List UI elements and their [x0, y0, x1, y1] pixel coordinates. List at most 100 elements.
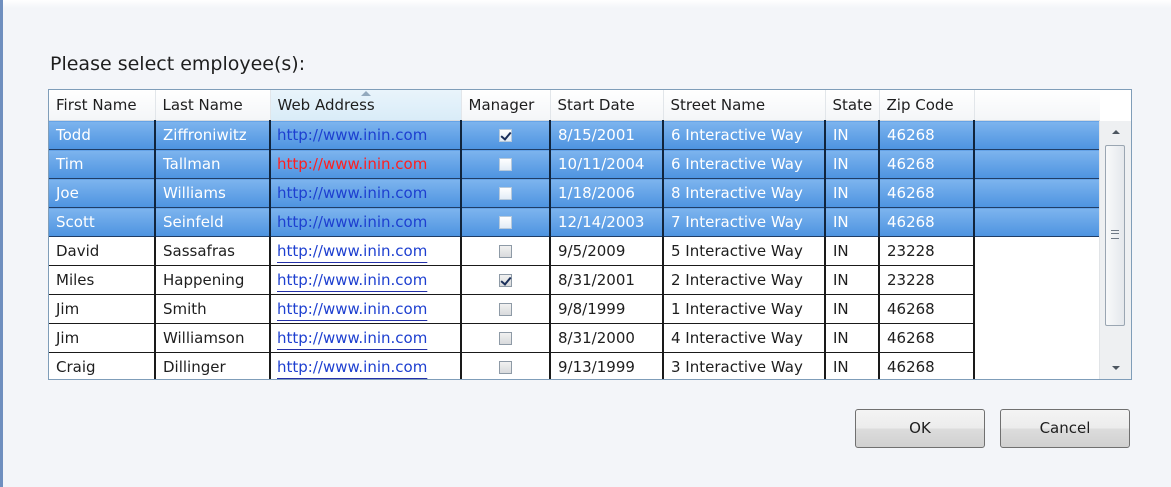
cell-street-name: 1 Interactive Way	[663, 294, 826, 324]
ok-button[interactable]: OK	[855, 409, 985, 448]
column-header-first-name[interactable]: First Name	[49, 90, 156, 121]
column-header-web-address-label: Web Address	[277, 96, 375, 114]
checkbox-icon[interactable]	[499, 245, 512, 258]
web-address-link[interactable]: http://www.inin.com	[277, 329, 427, 347]
checkbox-icon[interactable]	[499, 187, 512, 200]
cell-start-date: 8/31/2000	[550, 323, 664, 353]
sort-ascending-icon	[360, 91, 371, 96]
column-header-web-address[interactable]: Web Address	[270, 90, 462, 121]
cell-start-date: 8/31/2001	[550, 265, 664, 295]
cell-last-name: Williams	[155, 178, 271, 208]
cell-manager	[461, 149, 551, 179]
cell-manager	[461, 236, 551, 266]
cell-street-name: 6 Interactive Way	[663, 120, 826, 150]
cell-state: IN	[825, 149, 880, 179]
web-address-link[interactable]: http://www.inin.com	[277, 213, 427, 231]
cell-state: IN	[825, 323, 880, 353]
cell-street-name: 2 Interactive Way	[663, 265, 826, 295]
cell-filler	[974, 178, 1101, 208]
cancel-button[interactable]: Cancel	[1000, 409, 1130, 448]
table-row[interactable]: Scott Seinfeld http://www.inin.com 12/14/20…	[49, 207, 1101, 237]
vertical-scrollbar[interactable]	[1099, 121, 1131, 379]
cell-zip-code: 46268	[879, 207, 975, 237]
table-row[interactable]: David Sassafras http://www.inin.com 9/5/200…	[49, 236, 1101, 266]
table-row[interactable]: Todd Ziffroniwitz http://www.inin.com 8/15/…	[49, 120, 1101, 150]
checkbox-icon[interactable]	[499, 129, 512, 142]
cell-last-name: Smith	[155, 294, 271, 324]
cell-street-name: 5 Interactive Way	[663, 236, 826, 266]
cell-zip-code: 46268	[879, 120, 975, 150]
cell-filler	[974, 149, 1101, 179]
cell-start-date: 9/5/2009	[550, 236, 664, 266]
chevron-down-icon[interactable]	[1100, 357, 1131, 379]
checkbox-icon[interactable]	[499, 274, 512, 287]
cell-first-name: Todd	[49, 120, 156, 150]
cell-filler	[974, 265, 1101, 295]
column-header-start-date[interactable]: Start Date	[550, 90, 664, 121]
cell-last-name: Williamson	[155, 323, 271, 353]
cell-last-name: Ziffroniwitz	[155, 120, 271, 150]
table-row[interactable]: Tim Tallman http://www.inin.com 10/11/2004 6…	[49, 149, 1101, 179]
checkbox-icon[interactable]	[499, 158, 512, 171]
cell-state: IN	[825, 265, 880, 295]
cell-state: IN	[825, 236, 880, 266]
grid-header-row: First Name Last Name Web Address Manager…	[49, 90, 1102, 121]
column-header-state[interactable]: State	[825, 90, 880, 121]
cell-manager	[461, 352, 551, 379]
cell-web-address: http://www.inin.com	[270, 352, 462, 379]
cell-web-address: http://www.inin.com	[270, 149, 462, 179]
table-row[interactable]: Craig Dillinger http://www.inin.com 9/13/19…	[49, 352, 1101, 379]
cell-web-address: http://www.inin.com	[270, 294, 462, 324]
chevron-up-icon[interactable]	[1100, 121, 1131, 143]
grip-icon	[1111, 230, 1119, 239]
cell-zip-code: 23228	[879, 236, 975, 266]
checkbox-icon[interactable]	[499, 303, 512, 316]
column-header-last-name[interactable]: Last Name	[155, 90, 271, 121]
cell-filler	[974, 120, 1101, 150]
employee-grid[interactable]: First Name Last Name Web Address Manager…	[48, 89, 1132, 380]
web-address-link[interactable]: http://www.inin.com	[277, 242, 427, 260]
cell-manager	[461, 178, 551, 208]
table-row[interactable]: Joe Williams http://www.inin.com 1/18/2006 8…	[49, 178, 1101, 208]
web-address-link[interactable]: http://www.inin.com	[277, 184, 427, 202]
table-row[interactable]: Jim Smith http://www.inin.com 9/8/1999 1 Int…	[49, 294, 1101, 324]
cell-first-name: Scott	[49, 207, 156, 237]
checkbox-icon[interactable]	[499, 216, 512, 229]
cell-zip-code: 46268	[879, 323, 975, 353]
checkbox-icon[interactable]	[499, 332, 512, 345]
cell-first-name: Miles	[49, 265, 156, 295]
cell-web-address: http://www.inin.com	[270, 207, 462, 237]
web-address-link[interactable]: http://www.inin.com	[277, 358, 427, 376]
cell-state: IN	[825, 178, 880, 208]
cell-start-date: 1/18/2006	[550, 178, 664, 208]
cell-first-name: David	[49, 236, 156, 266]
column-header-zip-code[interactable]: Zip Code	[879, 90, 975, 121]
cell-manager	[461, 294, 551, 324]
table-row[interactable]: Jim Williamson http://www.inin.com 8/31/200…	[49, 323, 1101, 353]
cell-street-name: 7 Interactive Way	[663, 207, 826, 237]
cell-last-name: Dillinger	[155, 352, 271, 379]
grid-body: Todd Ziffroniwitz http://www.inin.com 8/15/…	[49, 120, 1101, 379]
cell-manager	[461, 265, 551, 295]
title-bar-edge	[3, 0, 1171, 8]
cell-web-address: http://www.inin.com	[270, 120, 462, 150]
cell-zip-code: 46268	[879, 294, 975, 324]
column-header-street-name[interactable]: Street Name	[663, 90, 826, 121]
web-address-link[interactable]: http://www.inin.com	[277, 155, 427, 173]
web-address-link[interactable]: http://www.inin.com	[277, 300, 427, 318]
web-address-link[interactable]: http://www.inin.com	[277, 126, 427, 144]
cell-street-name: 3 Interactive Way	[663, 352, 826, 379]
cell-zip-code: 46268	[879, 352, 975, 379]
cell-street-name: 8 Interactive Way	[663, 178, 826, 208]
web-address-link[interactable]: http://www.inin.com	[277, 271, 427, 289]
employee-table: First Name Last Name Web Address Manager…	[49, 90, 1102, 379]
cell-first-name: Joe	[49, 178, 156, 208]
cell-start-date: 10/11/2004	[550, 149, 664, 179]
cell-zip-code: 46268	[879, 149, 975, 179]
column-header-manager[interactable]: Manager	[461, 90, 551, 121]
table-row[interactable]: Miles Happening http://www.inin.com 8/31/20…	[49, 265, 1101, 295]
checkbox-icon[interactable]	[499, 361, 512, 374]
cell-state: IN	[825, 120, 880, 150]
cell-start-date: 12/14/2003	[550, 207, 664, 237]
scrollbar-thumb[interactable]	[1105, 145, 1125, 326]
